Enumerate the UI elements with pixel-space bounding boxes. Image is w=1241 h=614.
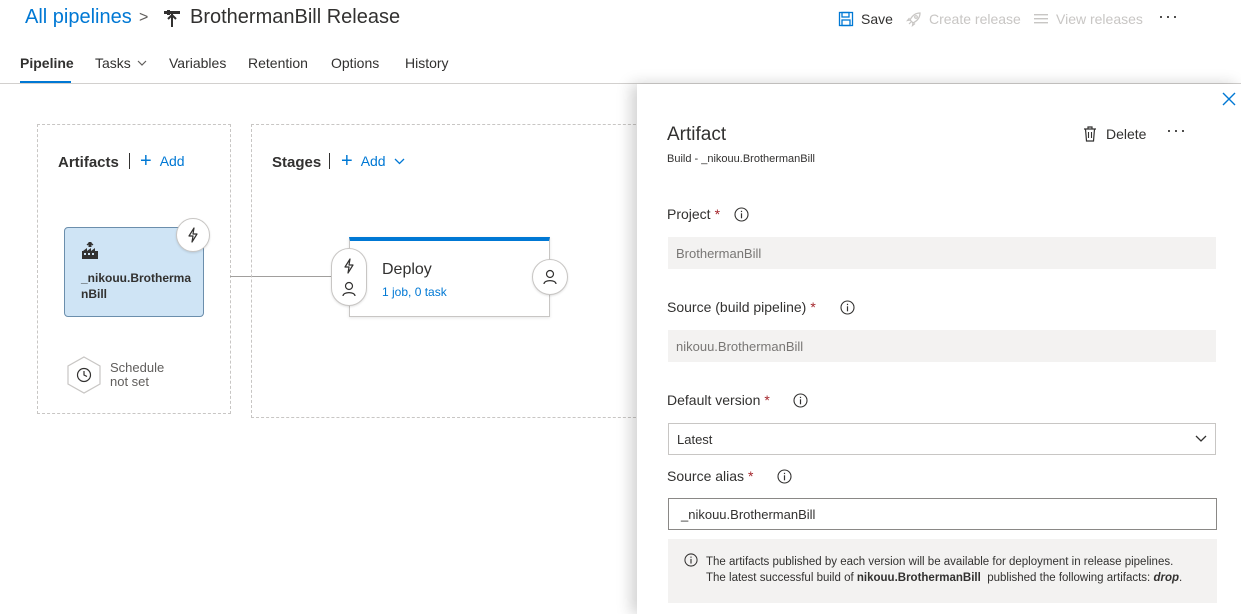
project-field: BrothermanBill (668, 237, 1216, 269)
info-icon[interactable] (793, 392, 808, 408)
panel-subtitle: Build - _nikouu.BrothermanBill (667, 153, 815, 165)
list-icon (1034, 14, 1048, 24)
stages-title: Stages (272, 154, 322, 171)
info-icon[interactable] (840, 299, 855, 315)
project-value: BrothermanBill (676, 245, 762, 261)
default-version-select[interactable]: Latest (668, 423, 1216, 455)
artifact-details-panel: Artifact Build - _nikouu.BrothermanBill … (637, 84, 1241, 614)
pre-deployment-conditions-button[interactable] (331, 248, 367, 306)
lightning-icon (344, 258, 354, 274)
rocket-icon (906, 12, 921, 27)
build-icon (82, 242, 98, 259)
continuous-deployment-trigger-button[interactable] (176, 218, 210, 252)
required-marker: * (748, 468, 754, 484)
create-release-label: Create release (929, 11, 1021, 27)
lightning-icon (188, 227, 198, 243)
panel-title: Artifact (667, 124, 727, 145)
artifacts-divider (129, 153, 130, 169)
default-version-label-text: Default version (667, 392, 761, 408)
person-icon (342, 281, 356, 297)
tab-options[interactable]: Options (331, 55, 379, 71)
save-label: Save (861, 11, 893, 27)
plus-icon: + (341, 150, 353, 172)
info-line-1: The artifacts published by each version … (706, 556, 1174, 568)
save-icon (838, 11, 854, 27)
source-alias-label-text: Source alias (667, 468, 745, 484)
stage-name: Deploy (382, 261, 432, 278)
project-label-text: Project (667, 206, 711, 222)
breadcrumb-all-pipelines[interactable]: All pipelines (25, 6, 132, 29)
add-artifact-label: Add (159, 153, 185, 169)
save-button[interactable]: Save (838, 11, 893, 27)
stage-card-deploy[interactable]: Deploy 1 job, 0 task (349, 237, 550, 317)
tab-retention[interactable]: Retention (248, 55, 308, 71)
stage-tasks-link[interactable]: 1 job, 0 task (382, 285, 447, 299)
trash-icon (1084, 126, 1096, 142)
project-label: Project * (667, 206, 749, 222)
info-line-2-prefix: The latest successful build of (706, 572, 854, 584)
breadcrumb-separator: > (139, 9, 149, 26)
post-deployment-conditions-button[interactable] (532, 259, 568, 295)
info-icon (684, 553, 698, 567)
chevron-down-icon (1195, 435, 1207, 442)
chevron-down-icon (394, 158, 405, 164)
info-line-2-mid: published the following artifacts: (987, 572, 1151, 584)
info-icon[interactable] (776, 468, 792, 484)
source-label: Source (build pipeline) * (667, 299, 855, 315)
required-marker: * (714, 206, 721, 222)
more-actions-button[interactable]: ··· (1158, 6, 1179, 27)
tab-history[interactable]: History (405, 55, 449, 71)
person-icon (543, 269, 557, 285)
tab-tasks-label: Tasks (95, 55, 131, 71)
info-line-2: The latest successful build of nikouu.Br… (706, 572, 1182, 584)
default-version-label: Default version * (667, 392, 808, 408)
view-releases-button[interactable]: View releases (1033, 11, 1143, 27)
info-build-name: nikouu.BrothermanBill (856, 572, 981, 584)
delete-label: Delete (1106, 126, 1147, 142)
artifact-name: _nikouu.BrothermanBill (81, 271, 192, 301)
delete-artifact-button[interactable]: Delete (1083, 126, 1146, 142)
view-releases-label: View releases (1056, 11, 1143, 27)
source-value: nikouu.BrothermanBill (676, 338, 804, 354)
tab-variables[interactable]: Variables (169, 55, 226, 71)
add-stage-button[interactable]: + Add (341, 150, 405, 172)
release-pipeline-icon (164, 10, 180, 27)
stages-divider (329, 153, 330, 169)
required-marker: * (810, 299, 816, 315)
default-version-value: Latest (677, 431, 713, 447)
add-stage-label: Add (360, 153, 386, 169)
info-artifact-name: drop (1153, 572, 1179, 584)
tab-bar: Pipeline Tasks Variables Retention Optio… (0, 44, 1241, 84)
schedule-status: Schedule not set (110, 360, 165, 389)
info-icon[interactable] (734, 206, 749, 222)
schedule-button[interactable] (66, 356, 102, 394)
tab-tasks[interactable]: Tasks (95, 55, 147, 71)
source-field: nikouu.BrothermanBill (668, 330, 1216, 362)
tab-pipeline[interactable]: Pipeline (20, 55, 74, 71)
artifacts-title: Artifacts (58, 154, 119, 171)
active-tab-indicator (20, 81, 71, 83)
add-artifact-button[interactable]: + Add (140, 150, 185, 172)
pipeline-title: BrothermanBill Release (190, 6, 401, 28)
create-release-button[interactable]: Create release (906, 11, 1021, 27)
required-marker: * (764, 392, 770, 408)
panel-more-button[interactable]: ··· (1166, 120, 1187, 141)
info-line-2-end: . (1179, 572, 1183, 584)
source-label-text: Source (build pipeline) (667, 299, 807, 315)
plus-icon: + (140, 150, 152, 172)
chevron-down-icon (137, 60, 147, 66)
artifact-info-message: The artifacts published by each version … (668, 539, 1217, 603)
source-alias-input[interactable]: _nikouu.BrothermanBill (668, 498, 1217, 530)
source-alias-value: _nikouu.BrothermanBill (681, 506, 816, 522)
close-icon[interactable] (1221, 91, 1237, 107)
header: All pipelines > BrothermanBill Release S… (0, 0, 1241, 40)
source-alias-label: Source alias * (667, 468, 792, 484)
